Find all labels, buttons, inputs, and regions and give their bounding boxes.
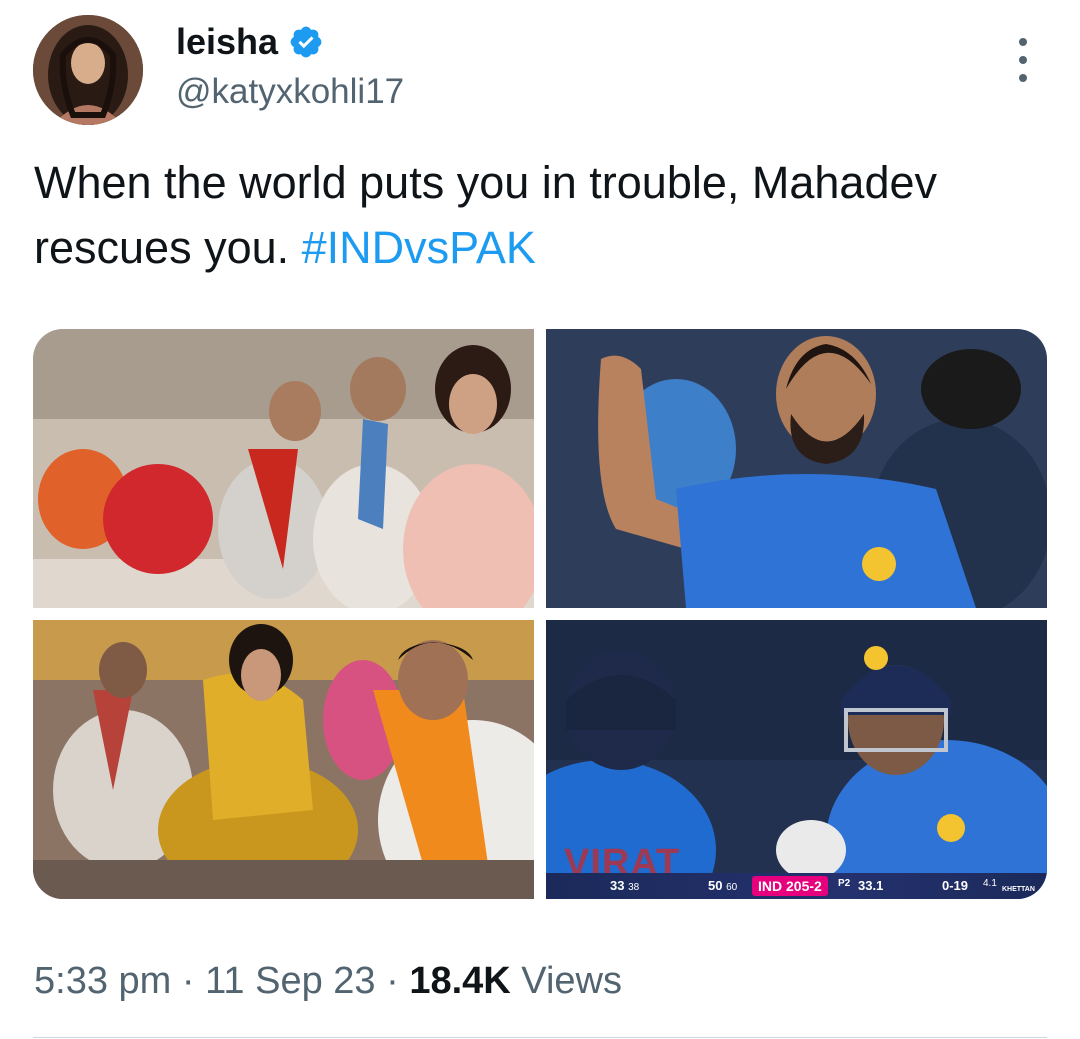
photo-1[interactable] (33, 329, 534, 608)
meta-separator: · (181, 960, 195, 1002)
display-name[interactable]: leisha (176, 20, 278, 64)
media-grid: VIRAT 33 38 50 60 IND 205-2 P2 33.1 0-19… (33, 329, 1047, 899)
bowler-name: KHETTAN (1002, 886, 1035, 893)
photo-3[interactable] (33, 620, 534, 899)
views-label: Views (521, 960, 622, 1002)
batter1-runs: 33 (610, 878, 625, 893)
batter1-balls: 38 (628, 882, 640, 893)
meta-separator: · (386, 960, 399, 1002)
team-score: IND 205-2 (752, 876, 828, 896)
phase-label: P2 (838, 878, 851, 889)
verified-badge-icon (288, 24, 324, 60)
tweet-time[interactable]: 5:33 pm (34, 960, 171, 1002)
batter2-runs: 50 (708, 878, 723, 893)
overs: 33.1 (858, 878, 884, 893)
avatar[interactable] (33, 15, 143, 125)
views-count: 18.4K (409, 960, 511, 1002)
tweet-text: When the world puts you in trouble, Maha… (34, 150, 1034, 280)
photo-2[interactable] (546, 329, 1047, 608)
hashtag-link[interactable]: #INDvsPAK (302, 222, 536, 273)
tweet-date[interactable]: 11 Sep 23 (205, 960, 375, 1002)
batter1-score: 33 38 (610, 878, 639, 893)
user-name-row[interactable]: leisha (176, 20, 324, 64)
more-options-icon[interactable] (1008, 38, 1038, 82)
tweet-meta: 5:33 pm · 11 Sep 23 · 18.4K Views (34, 955, 622, 1007)
bowler-figures: 0-19 (942, 878, 969, 893)
user-handle[interactable]: @katyxkohli17 (176, 70, 404, 114)
scoreboard-bar: 33 38 50 60 IND 205-2 P2 33.1 0-19 4.1 K… (546, 873, 1047, 899)
batter2-score: 50 60 (708, 878, 737, 893)
bowler-overs: 4.1 (983, 878, 997, 889)
batter2-balls: 60 (726, 882, 738, 893)
photo-4[interactable]: VIRAT 33 38 50 60 IND 205-2 P2 33.1 0-19… (546, 620, 1047, 899)
divider (33, 1037, 1047, 1038)
